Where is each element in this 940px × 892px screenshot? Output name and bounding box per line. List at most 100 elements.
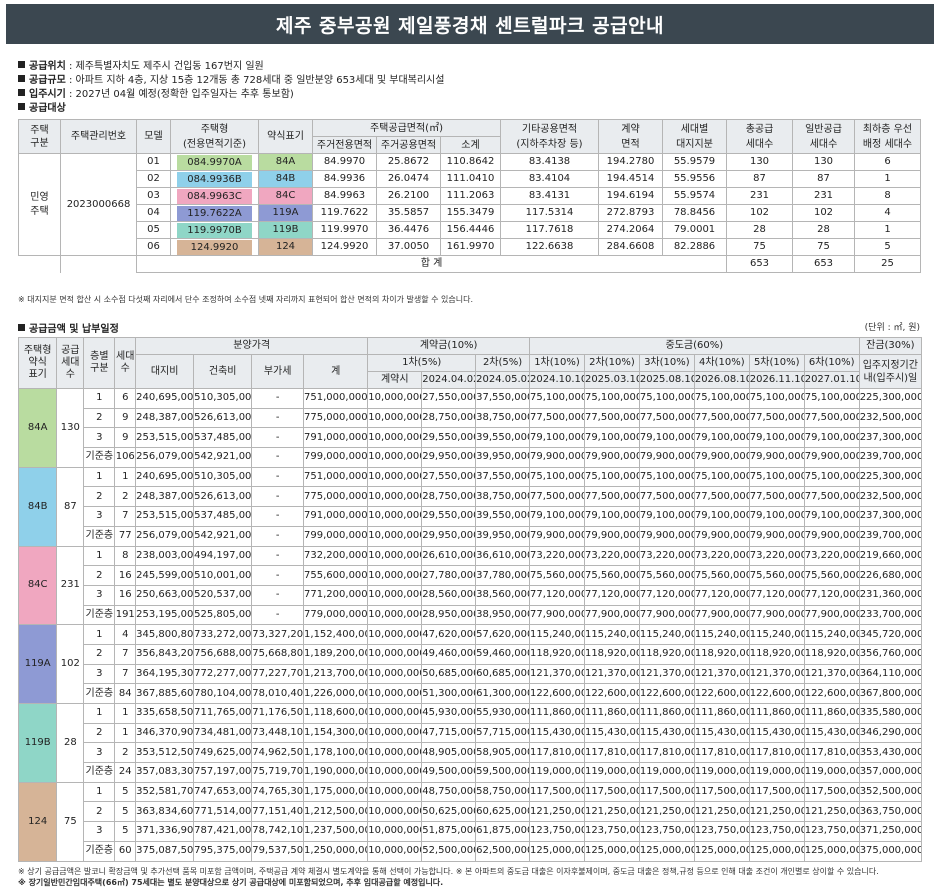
price-cell: 79,100,000	[693, 427, 750, 449]
total-cell: 130	[726, 153, 793, 171]
price-cell: 79,900,000	[803, 525, 860, 547]
price-cell: 77,120,000	[693, 584, 750, 606]
header-building-cost: 건축비	[193, 354, 253, 389]
title-bar: 제주 중부공원 제일풍경채 센트럴파크 공급안내	[6, 4, 934, 44]
price-cell: 77	[114, 525, 137, 547]
price-cell: 1	[83, 624, 116, 645]
price-cell: 77,900,000	[803, 604, 860, 626]
price-cell: 346,290,000	[858, 722, 923, 744]
price-cell: 77,900,000	[638, 604, 695, 626]
price-cell: 기준층	[83, 604, 116, 626]
price-cell: 106	[114, 447, 137, 468]
type-short-cell: 84C	[17, 545, 58, 626]
price-cell: 79,900,000	[529, 447, 585, 468]
price-cell: 29,550,000	[421, 427, 477, 449]
price-cell: 75,560,000	[583, 565, 640, 586]
price-cell: 121,250,000	[638, 801, 695, 823]
price-cell: 494,197,000	[193, 545, 253, 567]
price-note-1: ※ 상기 공급금액은 발코니 확장금액 및 추가선택 품목 미포함 금액이며, …	[18, 867, 879, 876]
price-cell: 119,000,000	[583, 762, 640, 783]
info-value: : 아파트 지하 4층, 지상 15층 12개동 총 728세대 중 일반분양 …	[65, 75, 445, 86]
price-cell: 117,810,000	[529, 742, 585, 764]
price-cell: 27,550,000	[421, 466, 477, 488]
price-cell: 79,537,500	[251, 840, 305, 862]
price-cell: 353,512,500	[135, 742, 195, 764]
price-cell: 5	[114, 781, 137, 803]
price-cell: 111,860,000	[583, 703, 640, 724]
price-cell: 77,151,400	[251, 801, 305, 823]
header-deposit-date-2: 2024.05.02	[475, 371, 531, 389]
header-model: 모델	[136, 119, 171, 154]
price-cell: 115,240,000	[583, 624, 640, 645]
supply-row: 민영 주택 2023000668 01 084.9970A 84A 84.9970 25.8…	[18, 153, 921, 256]
price-cell: 356,843,200	[135, 643, 195, 665]
price-cell: 248,387,000	[135, 486, 195, 508]
short-label-cell: 119B	[258, 221, 313, 239]
info-label: 입주시기	[29, 89, 66, 100]
price-cell: 79,900,000	[638, 447, 695, 468]
price-cell: 734,481,000	[193, 722, 253, 744]
price-cell: 50,685,000	[421, 663, 477, 685]
price-cell: 49,500,000	[421, 762, 477, 783]
households-cell: 75	[56, 781, 85, 862]
supply-note: ※ 대지지분 면적 합산 시 소수점 다섯째 자리에서 단수 조정하여 소수점 …	[18, 295, 473, 304]
price-cell: 7	[114, 643, 137, 665]
price-cell: 77,500,000	[748, 407, 805, 429]
price-cell: 10,000,000	[367, 663, 423, 685]
price-cell: 239,700,000	[858, 447, 923, 468]
price-cell: 1,212,500,000	[303, 801, 369, 823]
price-row: 35371,336,900787,421,00078,742,1001,237,…	[19, 821, 923, 842]
price-cell: 6	[114, 388, 137, 409]
price-cell: 73,220,000	[583, 545, 640, 567]
price-cell: 77,120,000	[748, 584, 805, 606]
header-interim-group: 중도금(60%)	[529, 337, 860, 355]
price-cell: 363,834,600	[135, 801, 195, 823]
price-cell: 123,750,000	[693, 821, 750, 842]
price-row: 1247515352,581,700747,653,00074,765,3001…	[17, 781, 923, 862]
header-interim-date-4: 2026.08.10	[693, 371, 750, 389]
price-cell: 122,600,000	[748, 683, 805, 704]
price-cell: 119,000,000	[529, 762, 585, 783]
sum-general-cell: 653	[792, 255, 855, 273]
price-cell: 751,000,000	[303, 466, 369, 488]
price-cell: 125,000,000	[583, 840, 640, 862]
price-cell: 510,001,000	[193, 565, 253, 586]
price-cell: 79,100,000	[529, 427, 585, 449]
price-cell: 233,700,000	[858, 604, 923, 626]
price-cell: 771,200,000	[303, 584, 369, 606]
contract-cell: 274.2064	[598, 221, 663, 239]
price-cell: 1,226,000,000	[303, 683, 369, 704]
header-price-sum: 계	[303, 354, 369, 389]
price-cell: 77,500,000	[583, 486, 640, 508]
price-cell: 121,250,000	[529, 801, 585, 823]
price-cell: 2	[83, 643, 116, 665]
contract-cell: 194.4514	[598, 170, 663, 188]
bullet-square-icon	[18, 324, 25, 331]
price-cell: 3	[83, 427, 116, 449]
price-cell: 10,000,000	[367, 801, 423, 823]
price-cell: 75,100,000	[529, 466, 585, 488]
price-cell: 38,750,000	[475, 407, 531, 429]
price-cell: 10,000,000	[367, 466, 423, 488]
total-cell: 102	[726, 204, 793, 222]
price-cell: 84	[114, 683, 137, 704]
price-cell: 77,900,000	[693, 604, 750, 626]
price-cell: 79,900,000	[583, 525, 640, 547]
price-cell: 2	[83, 801, 116, 823]
price-cell: 1,213,700,000	[303, 663, 369, 685]
price-cell: 79,900,000	[583, 447, 640, 468]
price-cell: 57,715,000	[475, 722, 531, 744]
price-row: 2 9 248,387,000 526,613,000-775,000,000 10,0…	[19, 407, 923, 429]
type-short-cell: 84A	[17, 388, 58, 468]
price-cell: 732,200,000	[303, 545, 369, 567]
price-cell: 121,370,000	[638, 663, 695, 685]
price-cell: 77,500,000	[748, 486, 805, 508]
price-row: 기준층 191 253,195,000 525,805,000-779,000,000…	[19, 604, 923, 626]
price-cell: 79,100,000	[638, 506, 695, 527]
type-short-cell: 119A	[17, 624, 58, 704]
price-cell: 37,780,000	[475, 565, 531, 586]
price-cell: 62,500,000	[475, 840, 531, 862]
price-cell: 125,000,000	[748, 840, 805, 862]
price-cell: 2	[83, 486, 116, 508]
price-cell: 510,305,000	[193, 466, 253, 488]
